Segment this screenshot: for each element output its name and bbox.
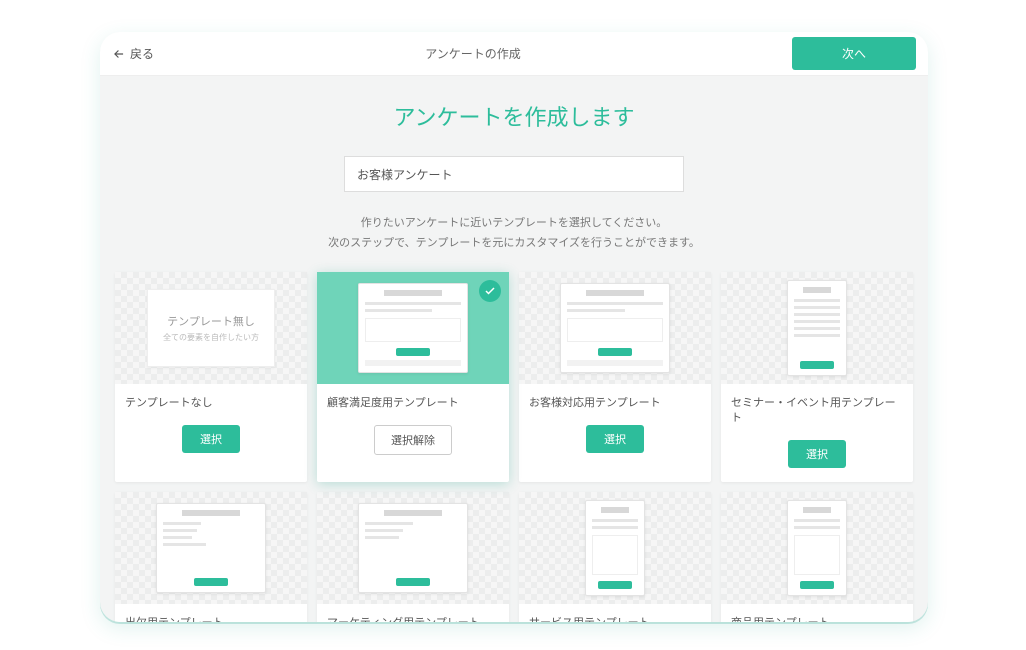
template-card-satisfaction[interactable]: 顧客満足度用テンプレート 選択解除: [317, 272, 509, 483]
template-thumb: [115, 492, 307, 604]
back-button[interactable]: 戻る: [112, 45, 154, 62]
template-title: マーケティング用テンプレート: [327, 616, 480, 622]
select-button[interactable]: 選択: [586, 425, 644, 453]
template-title: 商品用テンプレート: [731, 616, 830, 622]
card-body: サービス用テンプレート 選択: [519, 604, 711, 622]
scroll-area[interactable]: アンケートを作成します 作りたいアンケートに近いテンプレートを選択してください。…: [100, 76, 928, 622]
content: アンケートを作成します 作りたいアンケートに近いテンプレートを選択してください。…: [100, 76, 928, 622]
check-icon: [479, 280, 501, 302]
description-line: 作りたいアンケートに近いテンプレートを選択してください。: [328, 214, 700, 234]
no-template-box: テンプレート無し 全ての要素を自作したい方: [147, 289, 275, 367]
template-title: サービス用テンプレート: [529, 616, 650, 622]
template-title: セミナー・イベント用テンプレート: [731, 396, 903, 427]
survey-title-input[interactable]: [344, 156, 684, 192]
app-frame: 戻る アンケートの作成 次へ アンケートを作成します 作りたいアンケートに近いテ…: [100, 32, 928, 622]
template-thumb: [317, 272, 509, 384]
template-card-marketing[interactable]: マーケティング用テンプレート 選択: [317, 492, 509, 622]
no-template-title: テンプレート無し: [167, 313, 255, 329]
template-card-customer[interactable]: お客様対応用テンプレート 選択: [519, 272, 711, 483]
template-grid: テンプレート無し 全ての要素を自作したい方 テンプレートなし 選択: [101, 272, 927, 622]
next-button[interactable]: 次へ: [792, 37, 916, 70]
description: 作りたいアンケートに近いテンプレートを選択してください。 次のステップで、テンプ…: [328, 214, 700, 254]
template-preview: [358, 283, 468, 373]
template-card-seminar[interactable]: セミナー・イベント用テンプレート 選択: [721, 272, 913, 483]
card-body: 商品用テンプレート 選択: [721, 604, 913, 622]
card-body: マーケティング用テンプレート 選択: [317, 604, 509, 622]
template-thumb: [721, 492, 913, 604]
topbar-title: アンケートの作成: [154, 45, 792, 62]
topbar: 戻る アンケートの作成 次へ: [100, 32, 928, 76]
template-thumb: テンプレート無し 全ての要素を自作したい方: [115, 272, 307, 384]
back-label: 戻る: [130, 45, 154, 62]
template-card-none[interactable]: テンプレート無し 全ての要素を自作したい方 テンプレートなし 選択: [115, 272, 307, 483]
template-card-service[interactable]: サービス用テンプレート 選択: [519, 492, 711, 622]
template-title: テンプレートなし: [125, 396, 213, 411]
card-body: 顧客満足度用テンプレート 選択解除: [317, 384, 509, 473]
template-card-product[interactable]: 商品用テンプレート 選択: [721, 492, 913, 622]
no-template-sub: 全ての要素を自作したい方: [163, 332, 259, 343]
description-line: 次のステップで、テンプレートを元にカスタマイズを行うことができます。: [328, 234, 700, 254]
template-preview: [560, 283, 670, 373]
template-preview: [585, 500, 645, 596]
arrow-left-icon: [112, 47, 126, 61]
card-body: テンプレートなし 選択: [115, 384, 307, 467]
template-preview: [358, 503, 468, 593]
template-card-attendance[interactable]: 出欠用テンプレート 選択: [115, 492, 307, 622]
template-preview: [787, 500, 847, 596]
select-button[interactable]: 選択: [788, 440, 846, 468]
template-title: 顧客満足度用テンプレート: [327, 396, 459, 411]
template-thumb: [519, 492, 711, 604]
card-body: セミナー・イベント用テンプレート 選択: [721, 384, 913, 483]
template-preview: [787, 280, 847, 376]
deselect-button[interactable]: 選択解除: [374, 425, 452, 455]
template-thumb: [721, 272, 913, 384]
card-body: 出欠用テンプレート 選択: [115, 604, 307, 622]
template-thumb: [317, 492, 509, 604]
template-title: お客様対応用テンプレート: [529, 396, 661, 411]
page-heading: アンケートを作成します: [393, 100, 634, 132]
template-title: 出欠用テンプレート: [125, 616, 224, 622]
template-preview: [156, 503, 266, 593]
select-button[interactable]: 選択: [182, 425, 240, 453]
template-thumb: [519, 272, 711, 384]
card-body: お客様対応用テンプレート 選択: [519, 384, 711, 467]
